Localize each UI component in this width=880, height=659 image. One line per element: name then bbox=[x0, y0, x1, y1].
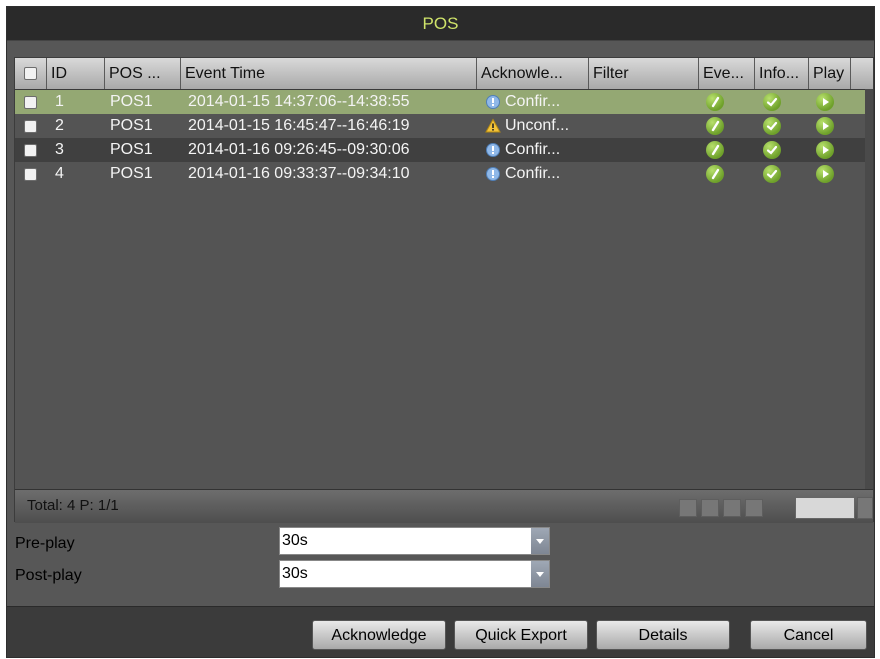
button-bar: Acknowledge Quick Export Details Cancel bbox=[7, 606, 874, 657]
row-event-time: 2014-01-16 09:33:37--09:34:10 bbox=[188, 165, 410, 182]
select-all-checkbox[interactable] bbox=[24, 67, 37, 80]
event-edit-icon[interactable] bbox=[706, 165, 724, 183]
last-page-button[interactable] bbox=[745, 499, 763, 517]
column-info[interactable]: Info... bbox=[755, 58, 809, 89]
list-scrollbar[interactable] bbox=[865, 89, 873, 489]
first-page-button[interactable] bbox=[679, 499, 697, 517]
event-edit-icon[interactable] bbox=[706, 93, 724, 111]
column-play[interactable]: Play bbox=[809, 58, 851, 89]
dialog-title: POS bbox=[7, 7, 874, 41]
play-icon[interactable] bbox=[816, 165, 834, 183]
column-event-time[interactable]: Event Time bbox=[181, 58, 477, 89]
info-icon bbox=[486, 142, 500, 157]
row-checkbox[interactable] bbox=[24, 144, 37, 157]
row-pos: POS1 bbox=[110, 117, 153, 134]
event-edit-icon[interactable] bbox=[706, 141, 724, 159]
row-checkbox[interactable] bbox=[24, 120, 37, 133]
postplay-label: Post-play bbox=[15, 567, 82, 584]
chevron-down-icon[interactable] bbox=[531, 561, 549, 587]
row-pos: POS1 bbox=[110, 165, 153, 182]
play-icon[interactable] bbox=[816, 117, 834, 135]
total-pages-label: Total: 4 P: 1/1 bbox=[27, 497, 119, 514]
postplay-value: 30s bbox=[282, 565, 308, 582]
table-row[interactable]: 4 POS1 2014-01-16 09:33:37--09:34:10 Con… bbox=[15, 162, 865, 186]
pos-dialog: POS ID POS ... Event Time Acknowle... Fi… bbox=[6, 6, 875, 658]
preplay-select[interactable]: 30s bbox=[279, 527, 550, 555]
info-check-icon[interactable] bbox=[763, 117, 781, 135]
preplay-label: Pre-play bbox=[15, 535, 75, 552]
row-acknowledge: Unconf... bbox=[485, 114, 569, 138]
table-row[interactable]: 2 POS1 2014-01-15 16:45:47--16:46:19 Unc… bbox=[15, 114, 865, 138]
list-header: ID POS ... Event Time Acknowle... Filter… bbox=[15, 58, 873, 90]
info-check-icon[interactable] bbox=[763, 141, 781, 159]
row-acknowledge: Confir... bbox=[485, 138, 560, 162]
column-id[interactable]: ID bbox=[47, 58, 105, 89]
info-icon bbox=[486, 166, 500, 181]
next-page-button[interactable] bbox=[723, 499, 741, 517]
table-row[interactable]: 3 POS1 2014-01-16 09:26:45--09:30:06 Con… bbox=[15, 138, 865, 162]
table-row[interactable]: 1 POS1 2014-01-15 14:37:06--14:38:55 Con… bbox=[15, 90, 865, 114]
postplay-select[interactable]: 30s bbox=[279, 560, 550, 588]
details-button[interactable]: Details bbox=[596, 620, 730, 650]
info-check-icon[interactable] bbox=[763, 165, 781, 183]
row-id: 4 bbox=[55, 165, 64, 182]
row-pos: POS1 bbox=[110, 141, 153, 158]
column-event[interactable]: Eve... bbox=[699, 58, 755, 89]
column-pos[interactable]: POS ... bbox=[105, 58, 181, 89]
event-list: ID POS ... Event Time Acknowle... Filter… bbox=[14, 57, 874, 523]
row-acknowledge: Confir... bbox=[485, 162, 560, 186]
ack-status: Confir... bbox=[505, 141, 561, 158]
row-id: 1 bbox=[55, 93, 64, 110]
preplay-value: 30s bbox=[282, 532, 308, 549]
event-edit-icon[interactable] bbox=[706, 117, 724, 135]
row-checkbox[interactable] bbox=[24, 96, 37, 109]
play-icon[interactable] bbox=[816, 93, 834, 111]
warning-icon bbox=[485, 118, 501, 133]
row-id: 2 bbox=[55, 117, 64, 134]
quick-export-button[interactable]: Quick Export bbox=[454, 620, 588, 650]
ack-status: Confir... bbox=[505, 93, 561, 110]
row-event-time: 2014-01-15 14:37:06--14:38:55 bbox=[188, 93, 410, 110]
list-footer: Total: 4 P: 1/1 bbox=[15, 489, 873, 523]
prev-page-button[interactable] bbox=[701, 499, 719, 517]
info-icon bbox=[486, 94, 500, 109]
cancel-button[interactable]: Cancel bbox=[750, 620, 867, 650]
chevron-down-icon[interactable] bbox=[531, 528, 549, 554]
row-id: 3 bbox=[55, 141, 64, 158]
header-checkbox-cell bbox=[15, 58, 47, 89]
row-checkbox[interactable] bbox=[24, 168, 37, 181]
acknowledge-button[interactable]: Acknowledge bbox=[312, 620, 446, 650]
go-page-button[interactable] bbox=[857, 497, 873, 519]
ack-status: Unconf... bbox=[505, 117, 570, 134]
column-filter[interactable]: Filter bbox=[589, 58, 699, 89]
row-event-time: 2014-01-16 09:26:45--09:30:06 bbox=[188, 141, 410, 158]
ack-status: Confir... bbox=[505, 165, 561, 182]
play-icon[interactable] bbox=[816, 141, 834, 159]
row-pos: POS1 bbox=[110, 93, 153, 110]
row-event-time: 2014-01-15 16:45:47--16:46:19 bbox=[188, 117, 410, 134]
column-acknowledge[interactable]: Acknowle... bbox=[477, 58, 589, 89]
row-acknowledge: Confir... bbox=[485, 90, 560, 114]
info-check-icon[interactable] bbox=[763, 93, 781, 111]
page-number-input[interactable] bbox=[795, 497, 855, 519]
